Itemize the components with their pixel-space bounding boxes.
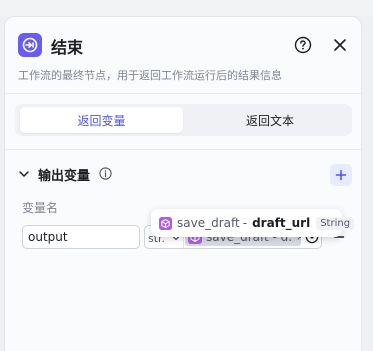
column-label-variable-name: 变量名 <box>22 201 59 215</box>
add-variable-button[interactable] <box>330 164 352 186</box>
output-mode-tabs: 返回变量 返回文本 <box>15 104 352 136</box>
section-title: 输出变量 <box>38 169 91 184</box>
divider <box>5 93 361 94</box>
tooltip-node-name: save_draft <box>177 216 240 230</box>
tooltip-variable-name: draft_url <box>252 216 311 230</box>
end-node-panel: 结束 工作流的最终节点，用于返回工作流运行后的结果信息 返回变量 返回文本 输出… <box>4 16 362 351</box>
top-strip <box>0 0 373 16</box>
divider <box>5 149 361 150</box>
cube-icon <box>159 216 172 230</box>
canvas-edge <box>362 16 373 351</box>
info-icon[interactable] <box>99 167 112 180</box>
reference-tooltip: save_draft - draft_url String <box>151 209 355 237</box>
chevron-down-icon[interactable] <box>18 168 30 180</box>
close-button[interactable] <box>330 35 350 55</box>
tooltip-separator: - <box>242 216 248 230</box>
plus-icon <box>335 169 347 181</box>
tab-return-text[interactable]: 返回文本 <box>195 107 345 133</box>
close-icon <box>334 39 346 51</box>
end-node-icon <box>18 33 42 57</box>
help-button[interactable] <box>293 35 313 55</box>
question-circle-icon <box>294 36 312 54</box>
page-title: 结束 <box>51 38 84 57</box>
variable-name-input[interactable] <box>22 225 140 249</box>
tab-return-variables[interactable]: 返回变量 <box>20 107 183 133</box>
node-description: 工作流的最终节点，用于返回工作流运行后的结果信息 <box>18 69 282 82</box>
tooltip-type-badge: String <box>316 216 355 230</box>
